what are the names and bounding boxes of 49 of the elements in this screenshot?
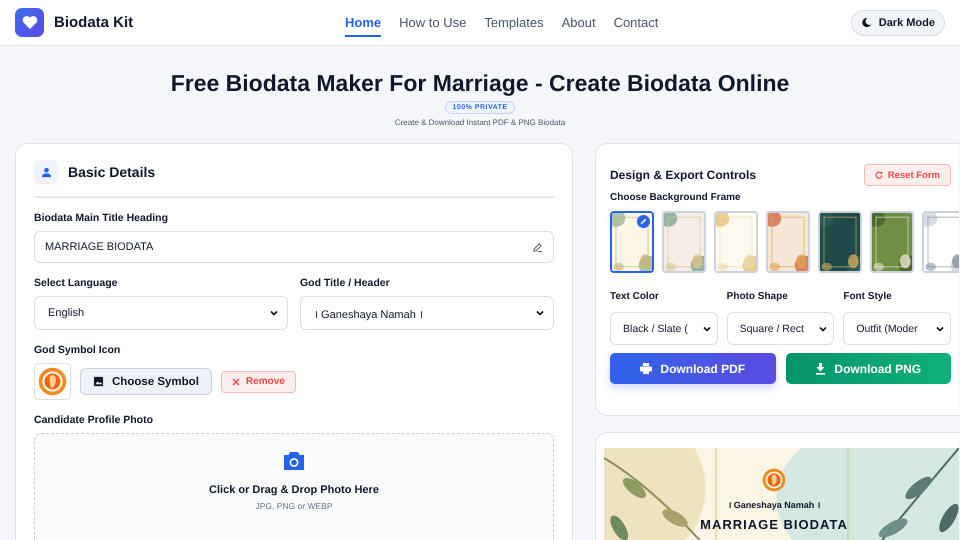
close-icon [232, 378, 240, 386]
camera-icon [282, 450, 306, 472]
person-icon [34, 160, 58, 184]
field-label: Biodata Main Title Heading [34, 212, 169, 224]
field-label: God Title / Header [300, 277, 391, 289]
field-label: Font Style [843, 291, 893, 302]
file-types-hint: JPG, PNG or WEBP [256, 501, 332, 511]
field-label: Text Color [610, 291, 660, 302]
title-input-field[interactable]: MARRIAGE BIODATA [34, 231, 554, 263]
section-title: Basic Details [68, 164, 156, 180]
nav-link[interactable]: Templates [484, 8, 544, 36]
page-title: Free Biodata Maker For Marriage - Create Biodata Online [170, 70, 790, 97]
download-pdf-button[interactable]: Download PDF [610, 353, 776, 384]
printer-icon [640, 363, 652, 374]
heart-logo-icon[interactable] [15, 8, 44, 37]
preview-title: MARRIAGE BIODATA [700, 517, 848, 532]
chevron-down-icon [269, 308, 279, 318]
frame-thumbnail[interactable] [610, 211, 654, 273]
field-label: God Symbol Icon [34, 344, 122, 356]
nav-link[interactable]: Home [345, 8, 382, 36]
field-label: Candidate Profile Photo [34, 414, 154, 426]
field-label: Choose Background Frame [610, 192, 742, 203]
brand-name: Biodata Kit [54, 14, 134, 31]
page-subtitle: Create & Download Instant PDF & PNG Biodata [394, 118, 566, 127]
section-title: Design & Export Controls [610, 168, 756, 182]
nav-link[interactable]: Contact [614, 8, 658, 36]
choose-symbol-button[interactable]: Choose Symbol [80, 368, 212, 395]
nav-link[interactable]: How to Use [399, 8, 466, 36]
deity-emblem-icon [762, 468, 786, 492]
photo-drop-zone[interactable]: Click or Drag & Drop Photo Here JPG, PNG or WEBP [34, 433, 554, 540]
deity-emblem-icon [38, 367, 67, 396]
nav-link[interactable]: About [562, 8, 596, 36]
drop-prompt: Click or Drag & Drop Photo Here [209, 484, 379, 496]
chevron-down-icon [535, 308, 545, 318]
language-select[interactable]: English [34, 296, 288, 330]
preview-god-title: । Ganeshaya Namah । [728, 499, 820, 511]
image-icon [93, 376, 104, 387]
dropdown-select[interactable]: Black / Slate ( [610, 312, 718, 345]
download-icon [815, 362, 826, 374]
refresh-icon [874, 171, 883, 179]
moon-icon [860, 17, 872, 28]
check-icon [637, 215, 650, 228]
dark-mode-button[interactable]: Dark Mode [850, 10, 945, 36]
dropdown-select[interactable]: Outfit (Moder [843, 312, 952, 345]
god-title-select[interactable]: । Ganeshaya Namah । [300, 296, 554, 330]
field-label: Select Language [34, 277, 118, 289]
dropdown-select[interactable]: Square / Rect [726, 312, 834, 345]
pencil-icon [532, 242, 543, 252]
field-label: Photo Shape [726, 291, 789, 302]
